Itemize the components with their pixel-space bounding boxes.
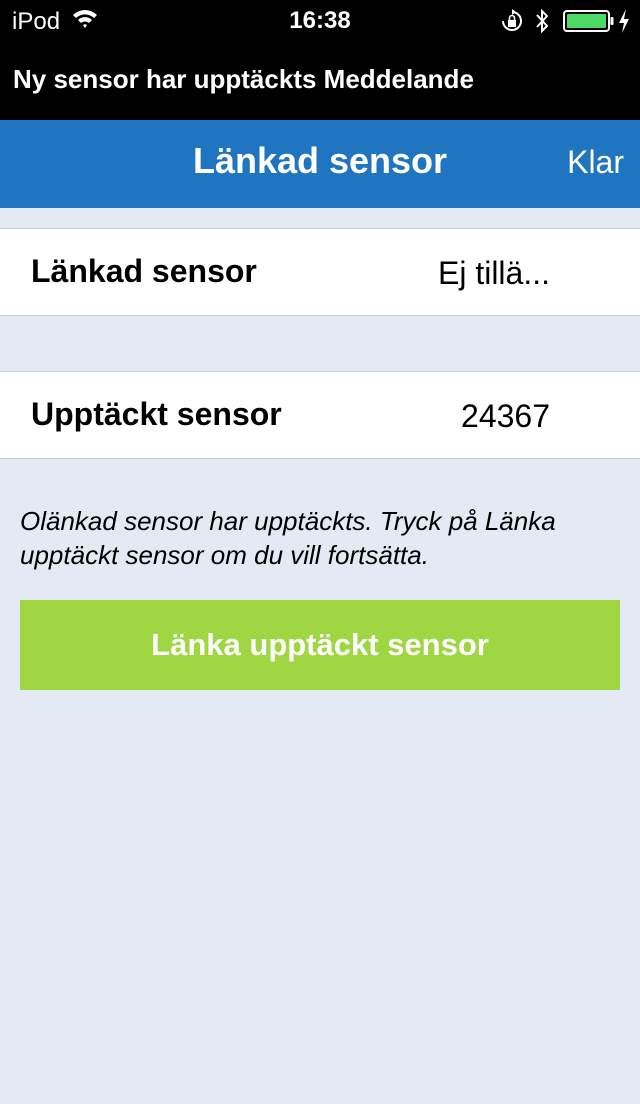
linked-sensor-value: Ej tillä... bbox=[437, 255, 550, 291]
link-discovered-sensor-button[interactable]: Länka upptäckt sensor bbox=[20, 600, 620, 690]
battery-icon bbox=[563, 10, 614, 32]
discovered-sensor-label: Upptäckt sensor bbox=[31, 396, 282, 432]
done-button[interactable]: Klar bbox=[567, 144, 624, 181]
bluetooth-icon bbox=[536, 8, 549, 34]
navigation-bar: Länkad sensor Klar bbox=[0, 120, 640, 208]
notification-banner[interactable]: Ny sensor har upptäckts Meddelande bbox=[0, 44, 640, 120]
notification-text: Ny sensor har upptäckts Meddelande bbox=[13, 64, 474, 94]
linked-sensor-label: Länkad sensor bbox=[31, 253, 257, 289]
info-message: Olänkad sensor har upptäckts. Tryck på L… bbox=[20, 506, 556, 570]
orientation-lock-icon bbox=[502, 9, 522, 31]
charging-icon bbox=[619, 9, 629, 33]
discovered-sensor-row[interactable]: Upptäckt sensor 24367 bbox=[0, 371, 640, 459]
status-bar: iPod 16:38 bbox=[0, 0, 640, 44]
page-title: Länkad sensor bbox=[192, 140, 448, 181]
discovered-sensor-value: 24367 bbox=[461, 398, 550, 434]
linked-sensor-row[interactable]: Länkad sensor Ej tillä... bbox=[0, 228, 640, 316]
